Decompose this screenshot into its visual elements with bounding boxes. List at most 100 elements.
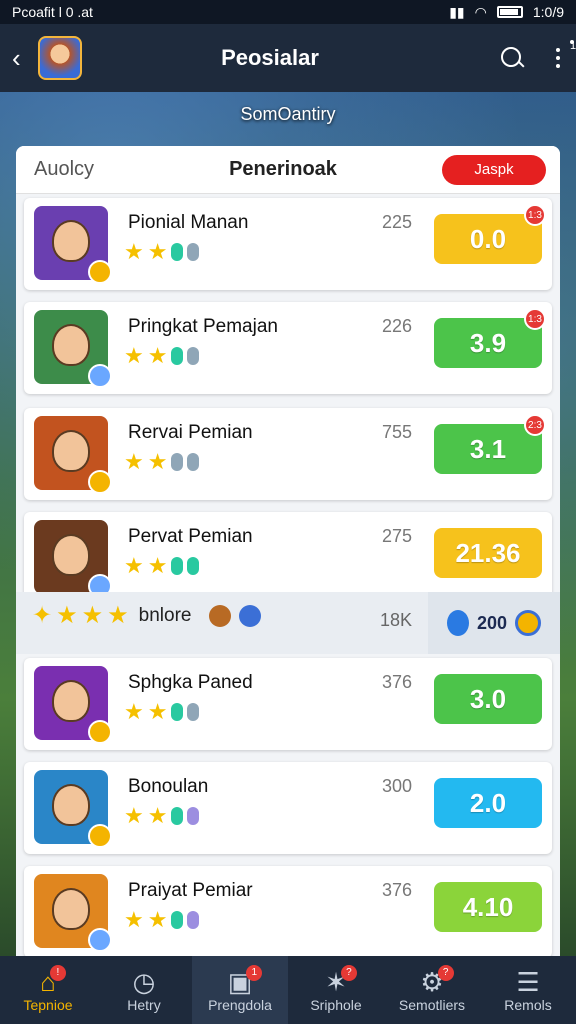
ranking-icon: ▣ 1: [228, 965, 263, 997]
player-name: Pervat Pemian: [128, 526, 253, 547]
nav-badge: ?: [340, 965, 357, 981]
nav-label: Semotliers: [398, 997, 466, 1013]
leaderboard-row[interactable]: Sphgka Paned ★ ★ 376 3.0: [24, 658, 552, 750]
leaderboard-row[interactable]: Rervai Pemian ★ ★ 755 3.1 2:3: [24, 408, 552, 500]
panel-header: Auolcy Penerinoak Jaspk: [16, 146, 560, 194]
history-icon: ◷: [132, 967, 156, 997]
settings-icon: ⚙?: [420, 965, 454, 997]
panel-title: Penerinoak: [229, 158, 337, 180]
star-icon: ★: [124, 343, 144, 368]
nav-item-settings[interactable]: ⚙? Semotliers: [384, 956, 480, 1024]
player-avatar: [34, 416, 112, 494]
coin-icon: [88, 260, 112, 284]
gem-pill-icon: [187, 557, 200, 575]
blue-ball-icon: [239, 605, 262, 627]
star-icon: ★: [147, 699, 168, 724]
gem-pill-icon: [187, 703, 200, 721]
gem-pill-icon: [171, 911, 184, 929]
star-icon: ★: [124, 699, 144, 724]
nav-item-history[interactable]: ◷ Hetry: [96, 956, 192, 1024]
special-reward-row[interactable]: ✦ ★ ★ ★ bnlore 18K 200: [16, 592, 560, 654]
bronze-ball-icon: [209, 605, 232, 627]
status-bar: Pcoafit l 0 .at ▮▮ ◠ 1:0/9: [0, 0, 576, 24]
score-button[interactable]: 21.36: [434, 528, 542, 578]
special-value: 200: [476, 612, 508, 633]
star-icon: ★: [147, 343, 168, 368]
nav-item-menu[interactable]: ☰ Remols: [480, 956, 576, 1024]
star-icon: ★: [147, 907, 168, 932]
leaderboard-row[interactable]: Bonoulan ★ ★ 300 2.0: [24, 762, 552, 854]
status-icons: ▮▮ ◠ 1:0/9: [449, 4, 564, 21]
player-count: 300: [382, 776, 413, 796]
player-avatar: [34, 874, 112, 952]
score-button[interactable]: 2.0: [434, 778, 542, 828]
more-vert-icon[interactable]: 1: [552, 40, 576, 72]
nav-badge: ?: [437, 965, 454, 981]
score-badge: 1:3: [524, 308, 546, 330]
rating-stars: ★ ★: [124, 554, 200, 578]
rating-stars: ★ ★: [124, 907, 200, 932]
star-icon: ★: [147, 449, 168, 474]
token-icon: [515, 610, 542, 636]
avatar-face: [52, 324, 90, 366]
coin-icon: [88, 364, 112, 388]
chevron-left-icon[interactable]: ‹: [12, 43, 32, 74]
leaderboard-row[interactable]: Pervat Pemian ★ ★ 275 21.36: [24, 512, 552, 604]
player-avatar: [34, 666, 112, 744]
player-count: 376: [382, 672, 413, 692]
leaderboard-row[interactable]: Pionial Manan ★ ★ 225 0.0 1:3: [24, 198, 552, 290]
gem-pill-icon: [187, 807, 200, 825]
avatar-face: [52, 888, 90, 930]
star-icon: ★: [107, 602, 129, 629]
gem-pill-icon: [187, 243, 200, 261]
notification-badge: 1: [570, 40, 576, 52]
page-title: Peosialar: [221, 45, 319, 70]
gem-icon: [446, 610, 469, 636]
rating-stars: ★ ★: [124, 343, 200, 368]
player-count: 225: [382, 212, 413, 232]
status-left-text: Pcoafit l 0 .at: [12, 4, 93, 20]
player-avatar: [34, 770, 112, 848]
player-count: 755: [382, 422, 413, 442]
avatar-face: [52, 430, 90, 472]
gem-pill-icon: [171, 347, 184, 365]
score-button[interactable]: 3.0: [434, 674, 542, 724]
player-avatar: [34, 310, 112, 388]
coin-icon: [88, 928, 112, 952]
score-button[interactable]: 4.10: [434, 882, 542, 932]
special-reward[interactable]: 200: [428, 592, 560, 654]
nav-label: Tepnioe: [23, 997, 73, 1013]
gem-pill-icon: [187, 453, 200, 471]
star-icon: ★: [124, 449, 144, 474]
nav-item-ranking[interactable]: ▣ 1 Prengdola: [192, 956, 288, 1024]
header-action-button[interactable]: Jaspk: [442, 154, 546, 185]
skills-icon: ✶?: [325, 965, 357, 997]
leaderboard-row[interactable]: Pringkat Pemajan ★ ★ 226 3.9 1:3: [24, 302, 552, 394]
star-icon: ★: [124, 239, 144, 264]
battery-icon: [496, 6, 523, 18]
nav-badge: !: [49, 965, 66, 981]
player-count: 275: [382, 526, 413, 546]
nav-label: Prengdola: [208, 997, 272, 1013]
leaderboard-row[interactable]: Praiyat Pemiar ★ ★ 376 4.10: [24, 866, 552, 956]
player-avatar: [34, 206, 112, 284]
special-left: ✦ ★ ★ ★ bnlore: [32, 602, 262, 629]
gem-pill-icon: [171, 243, 184, 261]
wifi-icon: ◠: [474, 3, 487, 20]
gem-pill-icon: [187, 347, 200, 365]
nav-item-skills[interactable]: ✶? Sriphole: [288, 956, 384, 1024]
star-icon: ★: [81, 602, 104, 629]
player-name: Praiyat Pemiar: [128, 880, 253, 901]
special-count: 18K: [380, 610, 413, 630]
player-name: Sphgka Paned: [128, 672, 253, 693]
puzzle-icon: ✦: [32, 602, 53, 629]
status-time: 1:0/9: [532, 4, 564, 20]
coin-icon: [88, 824, 112, 848]
player-name: Bonoulan: [128, 776, 209, 797]
player-name: Rervai Pemian: [128, 422, 253, 443]
search-icon[interactable]: [498, 44, 526, 72]
star-icon: ★: [147, 239, 168, 264]
nav-item-home[interactable]: ⌂! Tepnioe: [0, 956, 96, 1024]
avatar-face: [52, 220, 90, 262]
gem-pill-icon: [171, 807, 184, 825]
